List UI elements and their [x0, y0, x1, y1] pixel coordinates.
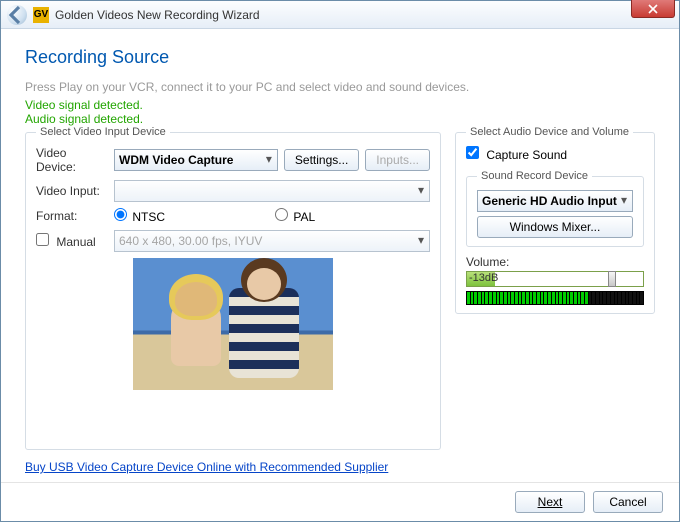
volume-label: Volume: — [466, 255, 509, 269]
sound-record-legend: Sound Record Device — [477, 170, 592, 182]
panels: Select Video Input Device Video Device: … — [25, 126, 655, 450]
close-icon — [648, 4, 658, 14]
capture-sound-checkbox[interactable] — [466, 146, 479, 159]
instruction-text: Press Play on your VCR, connect it to yo… — [25, 80, 655, 94]
video-input-group: Select Video Input Device Video Device: … — [25, 126, 441, 450]
volume-handle[interactable] — [608, 271, 616, 287]
volume-db-text: -13dB — [469, 272, 498, 284]
manual-format-select[interactable]: 640 x 480, 30.00 fps, IYUV — [114, 230, 430, 252]
pal-radio-label[interactable]: PAL — [275, 208, 430, 224]
video-device-select[interactable]: WDM Video Capture — [114, 149, 278, 171]
next-button[interactable]: Next — [515, 491, 585, 513]
volume-meter — [466, 291, 644, 305]
content-area: Recording Source Press Play on your VCR,… — [1, 29, 679, 482]
wizard-window: GV Golden Videos New Recording Wizard Re… — [0, 0, 680, 522]
close-button[interactable] — [631, 0, 675, 18]
back-icon[interactable] — [7, 5, 27, 25]
titlebar: GV Golden Videos New Recording Wizard — [1, 1, 679, 29]
sound-record-group: Sound Record Device Generic HD Audio Inp… — [466, 170, 644, 247]
audio-signal-status: Audio signal detected. — [25, 112, 655, 126]
window-title: Golden Videos New Recording Wizard — [55, 8, 260, 22]
video-group-legend: Select Video Input Device — [36, 126, 170, 138]
windows-mixer-button[interactable]: Windows Mixer... — [477, 216, 633, 238]
cancel-button[interactable]: Cancel — [593, 491, 663, 513]
buy-device-link[interactable]: Buy USB Video Capture Device Online with… — [25, 460, 655, 474]
manual-checkbox-label[interactable]: Manual — [36, 233, 108, 249]
volume-slider[interactable]: -13dB — [466, 271, 644, 287]
video-device-label: Video Device: — [36, 146, 108, 174]
video-preview — [133, 258, 333, 390]
video-input-select[interactable] — [114, 180, 430, 202]
pal-radio[interactable] — [275, 208, 288, 221]
video-signal-status: Video signal detected. — [25, 98, 655, 112]
format-label: Format: — [36, 209, 108, 223]
app-icon: GV — [33, 7, 49, 23]
footer: Next Cancel — [1, 482, 679, 521]
video-input-label: Video Input: — [36, 184, 108, 198]
inputs-button[interactable]: Inputs... — [365, 149, 430, 171]
capture-sound-label[interactable]: Capture Sound — [466, 148, 567, 162]
settings-button[interactable]: Settings... — [284, 149, 359, 171]
sound-record-select[interactable]: Generic HD Audio Input — [477, 190, 633, 212]
audio-group-legend: Select Audio Device and Volume — [466, 126, 633, 138]
audio-device-group: Select Audio Device and Volume Capture S… — [455, 126, 655, 314]
ntsc-radio[interactable] — [114, 208, 127, 221]
page-heading: Recording Source — [25, 47, 655, 68]
manual-checkbox[interactable] — [36, 233, 49, 246]
ntsc-radio-label[interactable]: NTSC — [114, 208, 269, 224]
